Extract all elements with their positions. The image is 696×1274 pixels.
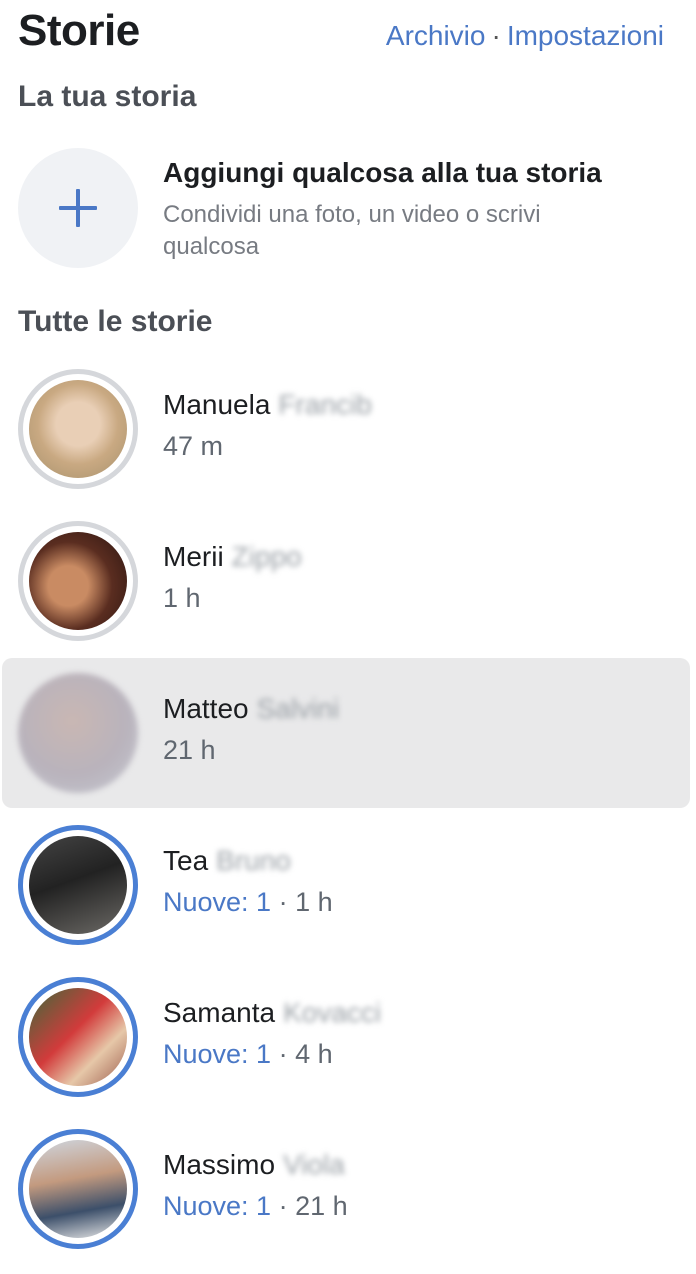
blurred-surname: Francib (278, 389, 372, 420)
story-item-massimo[interactable]: Massimo Viola Nuove: 1 · 21 h (2, 1114, 690, 1264)
story-name: Tea Bruno (163, 845, 291, 876)
avatar (29, 988, 127, 1086)
story-meta: Nuove: 1 · 4 h (163, 1039, 333, 1069)
avatar (29, 532, 127, 630)
story-name: Matteo Salvini (163, 693, 340, 724)
header-links: Archivio · Impostazioni (386, 20, 664, 52)
avatar (18, 673, 138, 793)
story-ring (18, 1129, 138, 1249)
story-name: Merii Zippo (163, 541, 302, 572)
story-time: 47 m (163, 431, 224, 461)
settings-link[interactable]: Impostazioni (507, 20, 664, 51)
story-time: 1 h (163, 583, 201, 613)
blurred-surname: Viola (283, 1149, 345, 1180)
header-separator: · (491, 20, 501, 51)
add-story-button[interactable] (18, 148, 138, 268)
story-item-matteo[interactable]: Matteo Salvini 21 h (2, 658, 690, 808)
story-name: Manuela Francib (163, 389, 372, 420)
avatar (29, 1140, 127, 1238)
add-story-subtitle: Condividi una foto, un video o scrivi qu… (163, 201, 541, 260)
story-name: Samanta Kovacci (163, 997, 382, 1028)
add-to-story-row[interactable]: Aggiungi qualcosa alla tua storia Condiv… (0, 145, 696, 275)
story-time: 4 h (295, 1039, 333, 1069)
blurred-surname: Bruno (216, 845, 291, 876)
story-meta: Nuove: 1 · 1 h (163, 887, 333, 917)
story-time: 1 h (295, 887, 333, 917)
page-title: Storie (18, 6, 140, 55)
story-ring (18, 977, 138, 1097)
avatar (29, 836, 127, 934)
blurred-surname: Salvini (256, 693, 340, 724)
plus-icon (59, 189, 97, 227)
avatar (29, 380, 127, 478)
story-item-manuela[interactable]: Manuela Francib 47 m (2, 354, 690, 504)
story-meta: 1 h (163, 583, 201, 614)
story-ring (18, 521, 138, 641)
story-ring (18, 825, 138, 945)
new-count: Nuove: 1 (163, 1039, 272, 1069)
your-story-heading: La tua storia (18, 80, 197, 113)
story-ring (18, 673, 138, 793)
story-meta: Nuove: 1 · 21 h (163, 1191, 348, 1221)
new-count: Nuove: 1 (163, 1191, 272, 1221)
new-count: Nuove: 1 (163, 887, 272, 917)
story-meta: 47 m (163, 431, 223, 462)
story-name: Massimo Viola (163, 1149, 345, 1180)
blurred-surname: Kovacci (283, 997, 382, 1028)
story-meta: 21 h (163, 735, 216, 766)
archive-link[interactable]: Archivio (386, 20, 486, 51)
story-item-merii[interactable]: Merii Zippo 1 h (2, 506, 690, 656)
story-ring (18, 369, 138, 489)
story-time: 21 h (295, 1191, 348, 1221)
story-item-samanta[interactable]: Samanta Kovacci Nuove: 1 · 4 h (2, 962, 690, 1112)
story-time: 21 h (163, 735, 216, 765)
add-story-title: Aggiungi qualcosa alla tua storia (163, 157, 602, 188)
all-stories-heading: Tutte le storie (18, 305, 213, 338)
blurred-surname: Zippo (231, 541, 302, 572)
story-item-tea[interactable]: Tea Bruno Nuove: 1 · 1 h (2, 810, 690, 960)
